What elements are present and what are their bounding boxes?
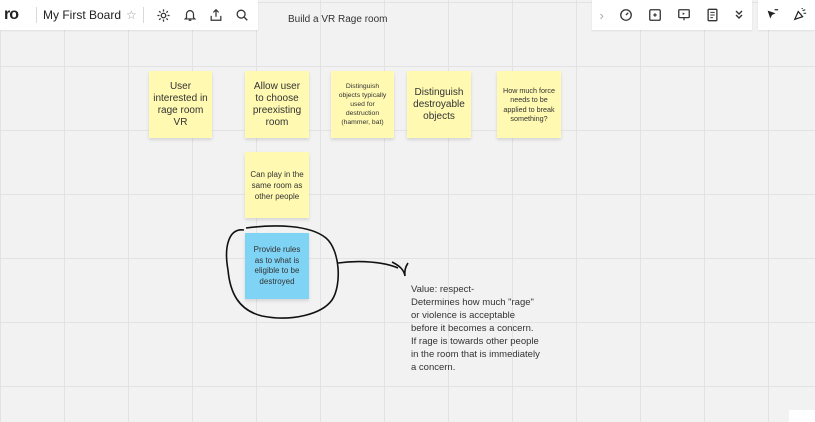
- ink-drawing[interactable]: [0, 0, 815, 422]
- annotation-text[interactable]: Value: respect- Determines how much "rag…: [411, 283, 571, 374]
- minimap-corner: [789, 410, 815, 422]
